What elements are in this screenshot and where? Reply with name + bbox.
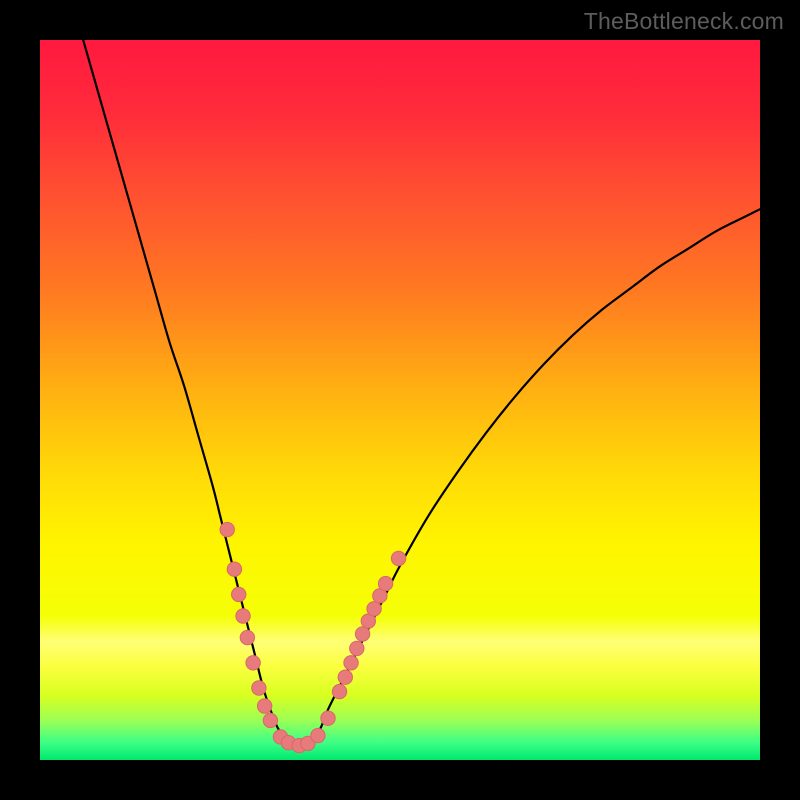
- curve-marker: [240, 630, 254, 644]
- bottleneck-curve: [83, 40, 760, 746]
- curve-marker: [338, 670, 352, 684]
- curve-marker: [220, 522, 234, 536]
- curve-markers: [220, 522, 406, 752]
- curve-marker: [355, 627, 369, 641]
- curve-marker: [263, 713, 277, 727]
- plot-area: [40, 40, 760, 760]
- curve-marker: [367, 602, 381, 616]
- curve-marker: [350, 641, 364, 655]
- curve-marker: [378, 576, 392, 590]
- watermark-text: TheBottleneck.com: [584, 8, 784, 35]
- curve-marker: [257, 699, 271, 713]
- curve-marker: [344, 656, 358, 670]
- curve-marker: [252, 681, 266, 695]
- curve-layer: [40, 40, 760, 760]
- curve-marker: [311, 728, 325, 742]
- curve-marker: [332, 684, 346, 698]
- curve-marker: [321, 711, 335, 725]
- curve-marker: [246, 656, 260, 670]
- chart-frame: TheBottleneck.com: [0, 0, 800, 800]
- curve-marker: [236, 609, 250, 623]
- curve-marker: [232, 587, 246, 601]
- curve-marker: [227, 562, 241, 576]
- curve-marker: [391, 551, 405, 565]
